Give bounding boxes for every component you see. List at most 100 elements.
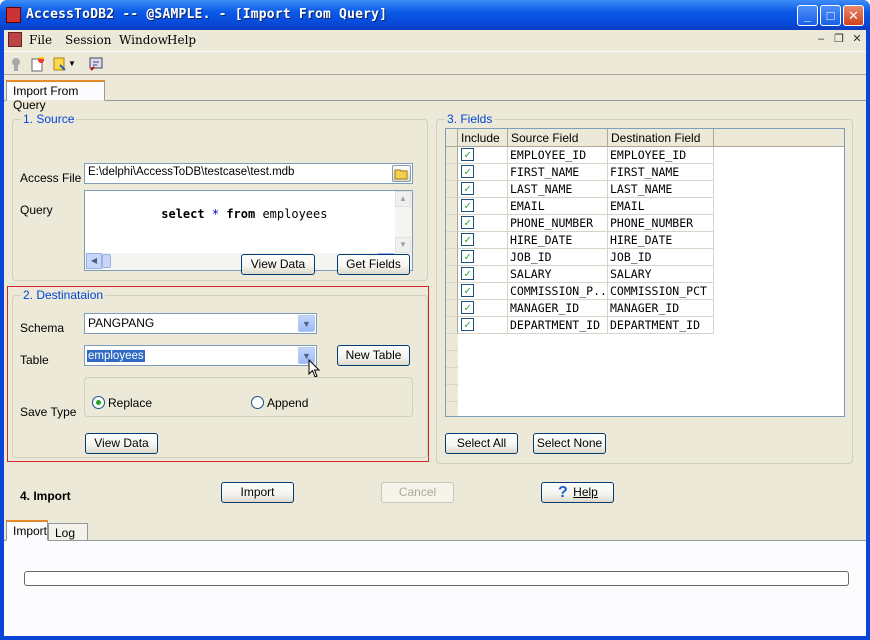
mdi-restore-icon[interactable]: ❐ (831, 32, 847, 46)
scroll-down-icon[interactable]: ▼ (395, 237, 411, 253)
help-button[interactable]: ? Help (541, 482, 614, 503)
menu-help[interactable]: Help (167, 33, 196, 47)
source-field-cell[interactable]: JOB_ID (508, 249, 608, 266)
export-icon[interactable] (88, 56, 104, 72)
destination-field-cell[interactable]: LAST_NAME (608, 181, 714, 198)
tab-import-from-query[interactable]: Import From Query (6, 80, 105, 112)
row-header[interactable] (446, 215, 458, 232)
child-window-icon[interactable] (8, 32, 22, 47)
menu-window[interactable]: Window (119, 33, 168, 47)
connect-icon[interactable] (8, 56, 24, 72)
include-checkbox[interactable]: ✓ (461, 165, 474, 178)
destination-field-cell[interactable]: FIRST_NAME (608, 164, 714, 181)
scroll-up-icon[interactable]: ▲ (395, 191, 411, 207)
menu-session[interactable]: Session (65, 33, 111, 47)
folder-icon (394, 169, 408, 180)
app-icon (6, 7, 21, 23)
menu-bar: File Session Window Help – ❐ ✕ (4, 30, 866, 50)
source-group-title: 1. Source (21, 112, 77, 126)
destination-field-cell[interactable]: MANAGER_ID (608, 300, 714, 317)
source-field-cell[interactable]: MANAGER_ID (508, 300, 608, 317)
source-field-cell[interactable]: SALARY (508, 266, 608, 283)
destination-view-data-button[interactable]: View Data (85, 433, 158, 454)
row-header[interactable] (446, 300, 458, 317)
include-checkbox[interactable]: ✓ (461, 250, 474, 263)
row-header[interactable] (446, 164, 458, 181)
progress-bar (24, 571, 849, 586)
destination-field-cell[interactable]: PHONE_NUMBER (608, 215, 714, 232)
access-file-input[interactable]: E:\delphi\AccessToDB\testcase\test.mdb (84, 163, 413, 184)
maximize-button[interactable]: □ (820, 5, 841, 26)
include-checkbox[interactable]: ✓ (461, 267, 474, 280)
include-checkbox[interactable]: ✓ (461, 182, 474, 195)
source-field-cell[interactable]: DEPARTMENT_ID (508, 317, 608, 334)
select-all-button[interactable]: Select All (445, 433, 518, 454)
include-checkbox[interactable]: ✓ (461, 301, 474, 314)
dropdown-arrow-icon[interactable]: ▼ (68, 56, 76, 72)
destination-field-cell[interactable]: DEPARTMENT_ID (608, 317, 714, 334)
include-cell: ✓ (458, 249, 508, 266)
replace-label[interactable]: Replace (108, 396, 152, 410)
import-button[interactable]: Import (221, 482, 294, 503)
close-button[interactable]: ✕ (843, 5, 864, 26)
source-field-cell[interactable]: PHONE_NUMBER (508, 215, 608, 232)
scroll-left-icon[interactable]: ◀ (86, 253, 102, 269)
destination-field-cell[interactable]: SALARY (608, 266, 714, 283)
tab-log[interactable]: Log (48, 523, 88, 541)
include-checkbox[interactable]: ✓ (461, 318, 474, 331)
include-checkbox[interactable]: ✓ (461, 199, 474, 212)
browse-folder-button[interactable] (392, 165, 411, 182)
column-header-destination[interactable]: Destination Field (608, 129, 714, 147)
cancel-button[interactable]: Cancel (381, 482, 454, 503)
source-view-data-button[interactable]: View Data (241, 254, 315, 275)
row-header[interactable] (446, 249, 458, 266)
fields-grid[interactable]: Include Source Field Destination Field ✓… (445, 128, 845, 417)
row-header[interactable] (446, 317, 458, 334)
destination-field-cell[interactable]: JOB_ID (608, 249, 714, 266)
table-combobox[interactable]: employees ▼ (84, 345, 317, 366)
query-star: * (211, 207, 220, 221)
minimize-button[interactable]: _ (797, 5, 818, 26)
destination-field-cell[interactable]: HIRE_DATE (608, 232, 714, 249)
source-field-cell[interactable]: LAST_NAME (508, 181, 608, 198)
append-radio[interactable] (251, 396, 264, 409)
include-checkbox[interactable]: ✓ (461, 216, 474, 229)
replace-radio[interactable] (92, 396, 105, 409)
select-none-button[interactable]: Select None (533, 433, 606, 454)
destination-field-cell[interactable]: EMPLOYEE_ID (608, 147, 714, 164)
get-fields-button[interactable]: Get Fields (337, 254, 410, 275)
hscroll-thumb[interactable] (102, 254, 111, 268)
column-header-source[interactable]: Source Field (508, 129, 608, 147)
title-bar[interactable]: AccessToDB2 -- @SAMPLE. - [Import From Q… (0, 0, 870, 30)
row-header[interactable] (446, 147, 458, 164)
include-checkbox[interactable]: ✓ (461, 148, 474, 161)
schema-dropdown-icon[interactable]: ▼ (298, 315, 315, 332)
mdi-close-icon[interactable]: ✕ (849, 32, 865, 46)
new-document-icon[interactable] (30, 56, 46, 72)
row-header[interactable] (446, 283, 458, 300)
schema-combobox[interactable]: PANGPANG ▼ (84, 313, 317, 334)
row-header[interactable] (446, 181, 458, 198)
source-field-cell[interactable]: EMPLOYEE_ID (508, 147, 608, 164)
destination-field-cell[interactable]: EMAIL (608, 198, 714, 215)
column-header-include[interactable]: Include (458, 129, 508, 147)
source-field-cell[interactable]: COMMISSION_P... (508, 283, 608, 300)
source-field-cell[interactable]: FIRST_NAME (508, 164, 608, 181)
open-document-icon[interactable] (52, 56, 68, 72)
mdi-minimize-icon[interactable]: – (813, 32, 829, 46)
menu-file[interactable]: File (29, 33, 52, 47)
source-field-cell[interactable]: EMAIL (508, 198, 608, 215)
destination-field-cell[interactable]: COMMISSION_PCT (608, 283, 714, 300)
include-checkbox[interactable]: ✓ (461, 284, 474, 297)
source-field-cell[interactable]: HIRE_DATE (508, 232, 608, 249)
row-header[interactable] (446, 198, 458, 215)
new-table-button[interactable]: New Table (337, 345, 410, 366)
table-value: employees (87, 350, 145, 362)
include-checkbox[interactable]: ✓ (461, 233, 474, 246)
append-label[interactable]: Append (267, 396, 308, 410)
tab-import[interactable]: Import (6, 520, 48, 541)
query-vscrollbar[interactable]: ▲ ▼ (395, 191, 412, 254)
schema-value: PANGPANG (88, 316, 155, 330)
row-header[interactable] (446, 266, 458, 283)
row-header[interactable] (446, 232, 458, 249)
